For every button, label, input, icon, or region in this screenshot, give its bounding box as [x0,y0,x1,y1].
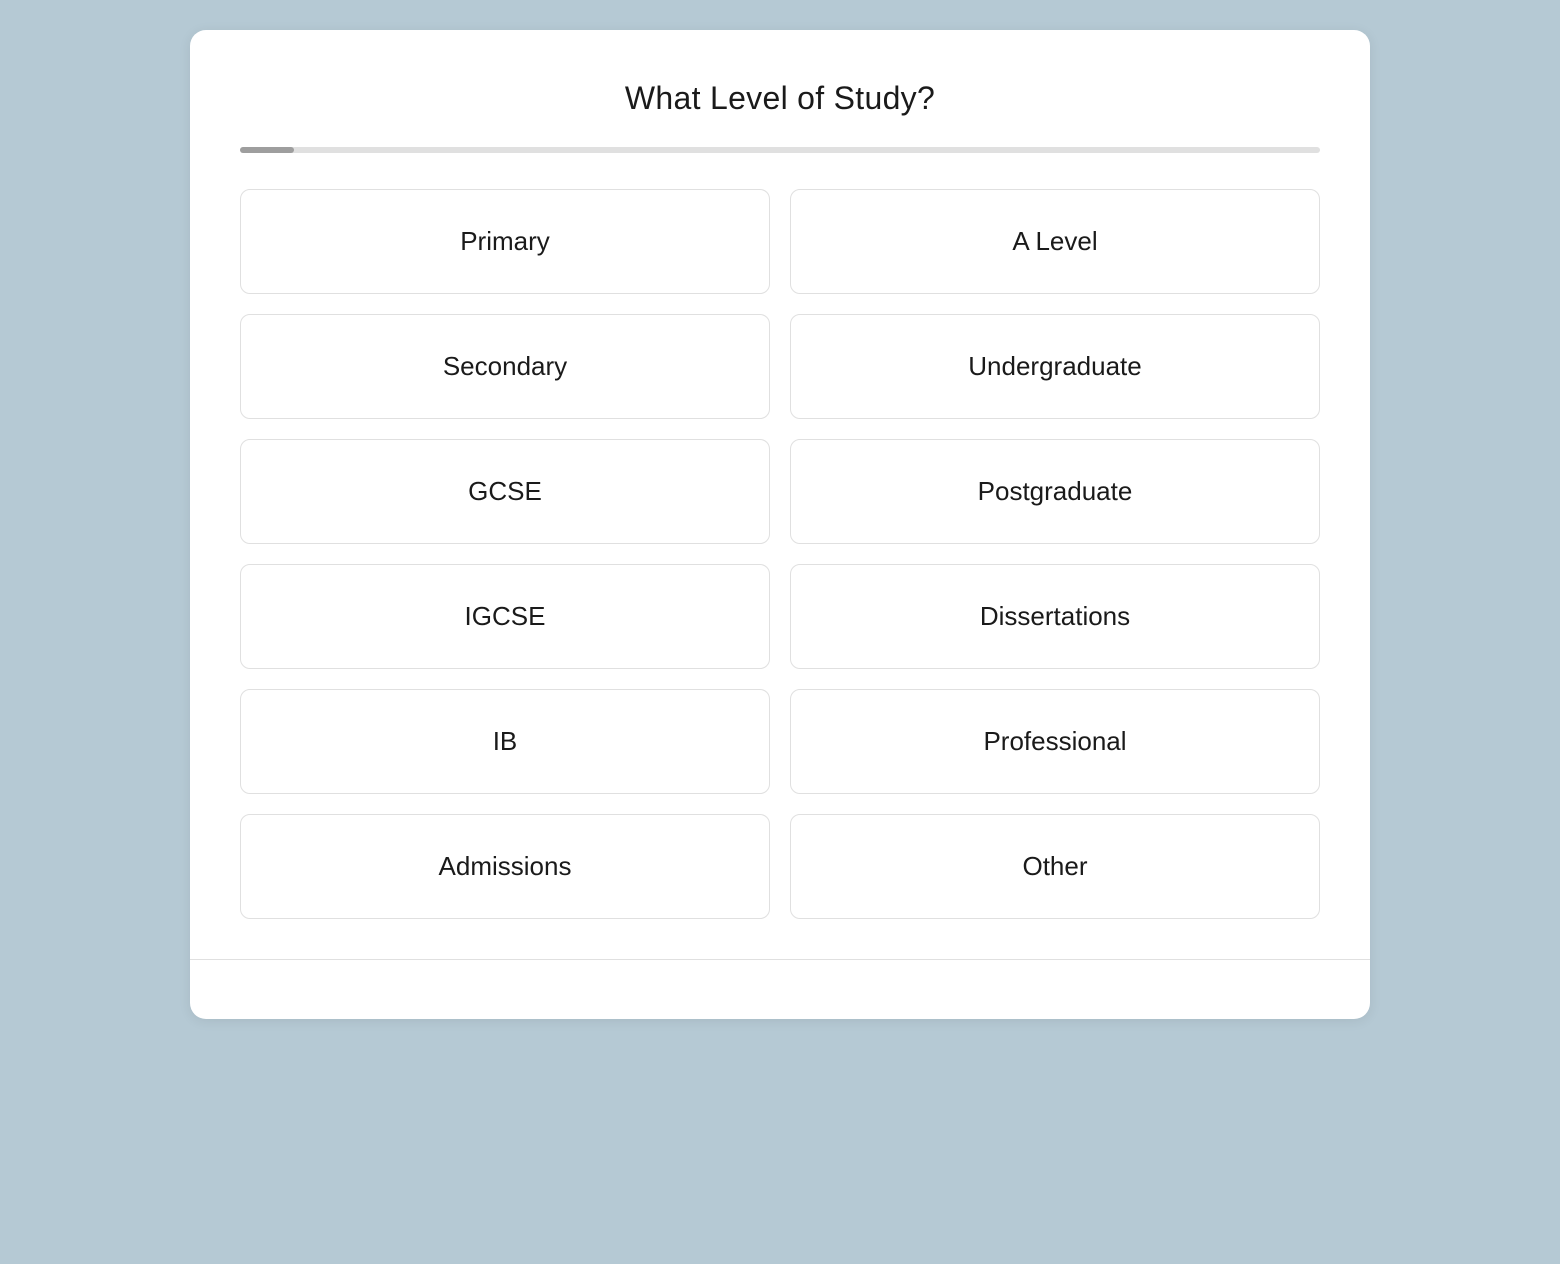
option-ib[interactable]: IB [240,689,770,794]
progress-bar-container [240,147,1320,153]
progress-bar-fill [240,147,294,153]
page-title: What Level of Study? [240,80,1320,117]
option-gcse[interactable]: GCSE [240,439,770,544]
option-dissertations[interactable]: Dissertations [790,564,1320,669]
option-postgraduate[interactable]: Postgraduate [790,439,1320,544]
option-igcse[interactable]: IGCSE [240,564,770,669]
option-primary[interactable]: Primary [240,189,770,294]
option-a-level[interactable]: A Level [790,189,1320,294]
option-undergraduate[interactable]: Undergraduate [790,314,1320,419]
option-admissions[interactable]: Admissions [240,814,770,919]
options-grid: Primary A Level Secondary Undergraduate … [240,189,1320,919]
option-other[interactable]: Other [790,814,1320,919]
option-secondary[interactable]: Secondary [240,314,770,419]
main-card: What Level of Study? Primary A Level Sec… [190,30,1370,1019]
footer-bar [190,959,1370,1019]
option-professional[interactable]: Professional [790,689,1320,794]
